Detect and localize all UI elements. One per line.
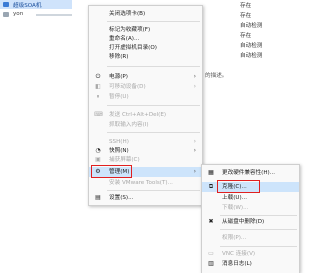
- vm-name: 超级SOA机: [13, 3, 42, 9]
- menu-item-power[interactable]: ⏻ 电源(P) ›: [89, 72, 202, 82]
- chevron-right-icon: ›: [193, 168, 196, 175]
- menu-separator: [220, 215, 297, 216]
- status-text: 自动检测: [240, 43, 263, 49]
- menu-separator: [107, 105, 200, 106]
- menu-item-remove[interactable]: 移除(R): [89, 52, 202, 62]
- menu-item-label: 安装 VMware Tools(T)...: [109, 180, 173, 186]
- settings-icon: ▤: [95, 194, 101, 201]
- menu-item-label: 抓取输入内容(I): [109, 122, 149, 128]
- menu-item-label: 上载(U)...: [222, 195, 247, 201]
- menu-item-install-vmware-tools[interactable]: 安装 VMware Tools(T)...: [89, 178, 202, 188]
- power-icon: ⏻: [95, 73, 101, 80]
- submenu-item-vnc-connection[interactable]: ▭ VNC 连接(V): [202, 249, 299, 259]
- chevron-right-icon: ›: [193, 83, 196, 90]
- status-text: 自动检测: [240, 23, 263, 29]
- chevron-right-icon: ›: [193, 73, 196, 80]
- menu-separator: [107, 66, 200, 67]
- menu-item-label: 设置(S)...: [109, 195, 134, 201]
- camera-icon: ▣: [95, 156, 101, 163]
- menu-item-label: 权限(P)...: [222, 235, 247, 241]
- menu-item-label: 标记为收藏项(F): [109, 27, 151, 33]
- submenu-item-download[interactable]: 下载(W)...: [202, 203, 299, 213]
- status-text: 自动检测: [240, 53, 263, 59]
- menu-item-label: 重命名(A)...: [109, 36, 140, 42]
- status-text: 存在: [240, 33, 252, 39]
- keyboard-icon: ⌨: [94, 111, 103, 118]
- menu-separator: [107, 21, 200, 22]
- menu-separator: [220, 246, 297, 247]
- menu-item-capture-screen[interactable]: ▣ 捕获屏幕(C): [89, 155, 202, 165]
- vm-list-item-selected[interactable]: 超级SOA机: [0, 0, 72, 9]
- menu-item-removable-devices[interactable]: ◧ 可移动设备(D) ›: [89, 82, 202, 92]
- menu-item-close-tab[interactable]: 关闭选项卡(B): [89, 9, 202, 19]
- menu-item-label: VNC 连接(V): [222, 251, 256, 257]
- menu-item-settings[interactable]: ▤ 设置(S)...: [89, 193, 202, 203]
- menu-item-label: 捕获屏幕(C): [109, 157, 140, 163]
- delete-icon: ✖: [208, 218, 214, 225]
- snapshot-icon: ◔: [95, 147, 101, 154]
- menu-separator: [107, 132, 200, 133]
- vm-icon: [3, 12, 9, 17]
- log-icon: ▥: [208, 260, 214, 267]
- menu-item-label: 可移动设备(D): [109, 84, 146, 90]
- menu-item-label: 关闭选项卡(B): [109, 11, 146, 17]
- menu-item-label: 下载(W)...: [222, 205, 249, 211]
- submenu-item-upload[interactable]: 上载(U)...: [202, 193, 299, 203]
- menu-item-label: 打开虚拟机目录(O): [109, 45, 157, 51]
- highlight-box-manage: [91, 165, 132, 178]
- vm-name: yon: [13, 11, 24, 17]
- menu-item-label: SSH(H): [109, 139, 129, 145]
- menu-item-label: 电源(P): [109, 74, 128, 80]
- pause-icon: ⏸: [96, 93, 100, 100]
- menu-item-label: 暂停(U): [109, 94, 129, 100]
- usb-icon: ◧: [95, 83, 101, 90]
- submenu-item-change-hardware-compatibility[interactable]: ▦ 更改硬件兼容性(H)...: [202, 168, 299, 178]
- menu-item-label: 移除(R): [109, 54, 129, 60]
- chevron-right-icon: ›: [193, 147, 196, 154]
- status-text: 存在: [240, 13, 252, 19]
- menu-separator: [220, 229, 297, 230]
- status-text: 存在: [240, 3, 252, 9]
- menu-item-label: 消息日志(L): [222, 261, 252, 267]
- clone-icon: ⧉: [208, 183, 214, 190]
- submenu-item-message-log[interactable]: ▥ 消息日志(L): [202, 259, 299, 269]
- description-text: 的描述。: [205, 73, 228, 79]
- menu-item-label: 发送 Ctrl+Alt+Del(E): [109, 112, 167, 118]
- menu-item-label: 快照(N): [109, 148, 129, 154]
- menu-separator: [107, 190, 200, 191]
- submenu-item-delete-from-disk[interactable]: ✖ 从磁盘中删除(D): [202, 217, 299, 227]
- vm-icon: [3, 2, 9, 7]
- menu-item-pause[interactable]: ⏸ 暂停(U): [89, 92, 202, 102]
- vnc-icon: ▭: [208, 250, 214, 257]
- submenu-item-permissions[interactable]: 权限(P)...: [202, 233, 299, 243]
- highlight-box-clone: [217, 180, 260, 193]
- hardware-icon: ▦: [208, 169, 214, 176]
- chevron-right-icon: ›: [193, 138, 196, 145]
- redacted-text: [36, 14, 72, 16]
- menu-item-label: 更改硬件兼容性(H)...: [222, 170, 276, 176]
- menu-item-grab-input[interactable]: 抓取输入内容(I): [89, 120, 202, 130]
- menu-item-send-ctrl-alt-del[interactable]: ⌨ 发送 Ctrl+Alt+Del(E): [89, 110, 202, 120]
- menu-item-label: 从磁盘中删除(D): [222, 219, 265, 225]
